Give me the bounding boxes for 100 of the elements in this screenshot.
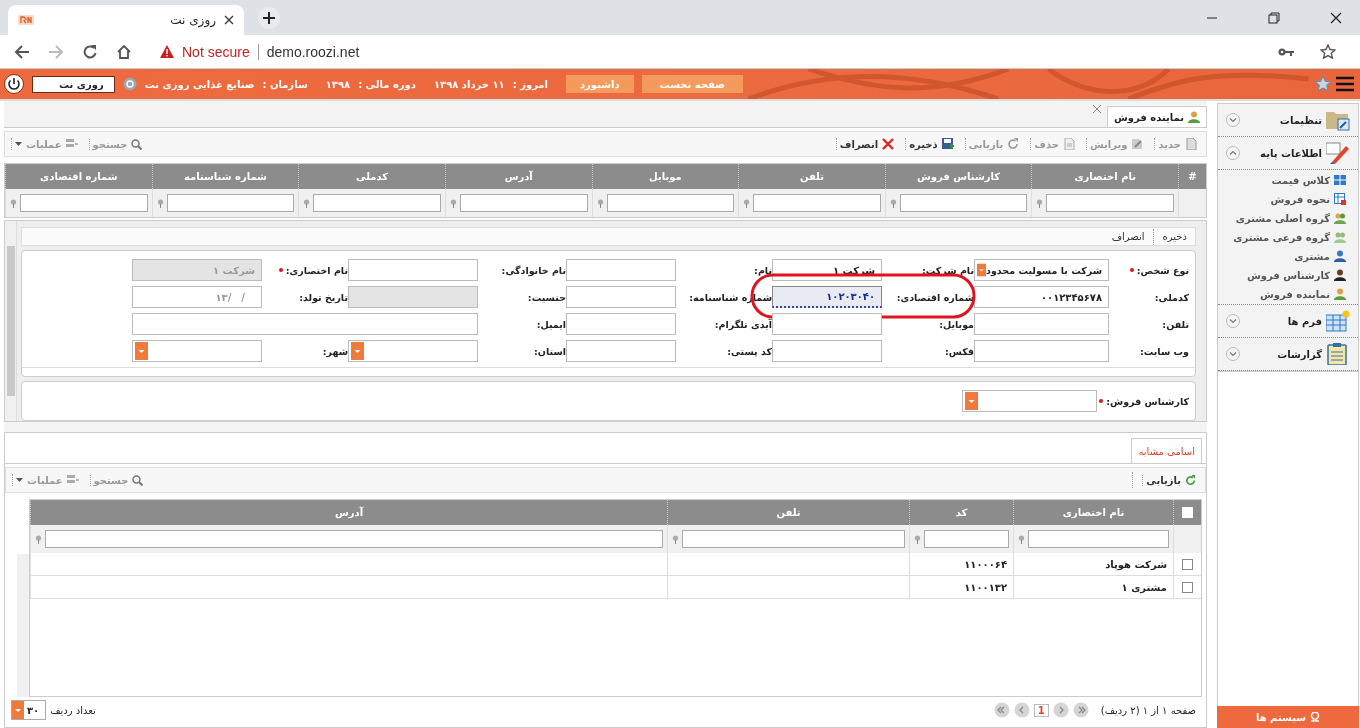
dropdown[interactable]: شرکت با مسولیت محدود (974, 259, 1109, 281)
filter-icon[interactable] (156, 198, 164, 208)
close-icon[interactable] (224, 15, 234, 25)
settings-icon[interactable] (122, 77, 137, 91)
filter-field[interactable] (1028, 530, 1169, 548)
sidebar-item[interactable]: نحوه فروش (1226, 193, 1350, 205)
text-field[interactable] (566, 286, 676, 308)
sidebar-section[interactable]: فرم ها (1218, 305, 1358, 338)
form-action-button[interactable]: ذخیره (1160, 231, 1189, 242)
filter-field[interactable] (682, 530, 905, 548)
sidebar-item[interactable]: گروه اصلی مشتری (1226, 212, 1350, 224)
filter-field[interactable] (313, 194, 441, 212)
filter-icon[interactable] (1036, 198, 1044, 208)
close-window-icon[interactable] (1330, 11, 1342, 24)
filter-icon[interactable] (914, 534, 921, 544)
back-icon[interactable] (14, 43, 30, 60)
filter-icon[interactable] (889, 198, 897, 208)
caret-icon[interactable] (965, 392, 978, 410)
page-number[interactable]: 1 (1033, 703, 1049, 717)
caret-icon[interactable] (135, 342, 148, 360)
last-page-icon[interactable] (993, 702, 1010, 718)
dropdown[interactable] (348, 340, 478, 362)
text-field[interactable] (566, 259, 676, 281)
filter-icon[interactable] (672, 534, 679, 544)
filter-field[interactable] (20, 194, 148, 212)
text-field[interactable] (974, 340, 1109, 362)
dropdown[interactable] (962, 390, 1097, 412)
key-icon[interactable] (1278, 46, 1294, 57)
url-text[interactable]: demo.roozi.net (266, 43, 360, 60)
expand-icon[interactable] (1226, 347, 1240, 361)
filter-field[interactable] (753, 194, 881, 212)
collapse-icon[interactable] (1226, 146, 1240, 160)
user-field[interactable]: روزی نت (32, 75, 115, 93)
column-header[interactable]: کدملی (298, 164, 445, 189)
column-header[interactable]: آدرس (444, 164, 592, 189)
sidebar-item[interactable]: مشتری (1226, 250, 1350, 262)
nav-button[interactable]: صفحه نخست (641, 75, 743, 93)
scrollbar[interactable] (17, 554, 29, 697)
filter-field[interactable] (1046, 194, 1174, 212)
page-size-dropdown[interactable]: ۳۰ (11, 700, 47, 720)
column-header[interactable]: تلفن (738, 164, 885, 189)
text-field[interactable] (566, 313, 676, 335)
filter-icon[interactable] (743, 198, 751, 208)
column-header[interactable]: کد (909, 500, 1013, 525)
filter-field[interactable] (166, 194, 295, 212)
home-icon[interactable] (116, 43, 132, 60)
next-page-icon[interactable] (1013, 702, 1030, 718)
form-action-button[interactable]: انصراف (1109, 231, 1147, 242)
column-header[interactable]: نام اختصاری (1013, 500, 1173, 525)
text-field[interactable]: ۱۰۲۰۳۰۴۰ (772, 286, 882, 308)
sidebar-item[interactable]: نماینده فروش (1226, 288, 1350, 300)
refresh-button[interactable]: بازیابی (1142, 474, 1199, 486)
security-label[interactable]: Not secure (182, 43, 250, 60)
filter-icon[interactable] (10, 198, 17, 208)
filter-icon[interactable] (449, 198, 457, 208)
text-field[interactable] (348, 259, 478, 281)
caret-icon[interactable] (351, 342, 364, 360)
sidebar-item[interactable]: کارشناس فروش (1226, 269, 1350, 281)
column-header[interactable]: موبایل (591, 164, 739, 189)
bookmark-star-icon[interactable] (1320, 43, 1336, 60)
filter-field[interactable] (606, 194, 735, 212)
filter-icon[interactable] (1018, 534, 1025, 544)
sidebar-section[interactable]: اطلاعات پایه (1218, 137, 1358, 170)
column-header[interactable]: تلفن (667, 500, 909, 525)
column-header[interactable]: # (1178, 164, 1206, 189)
menu-icon[interactable] (1336, 76, 1354, 92)
filter-icon[interactable] (35, 534, 42, 544)
column-header[interactable]: شماره شناسنامه (151, 164, 299, 189)
forward-icon[interactable] (48, 43, 64, 60)
column-header[interactable]: آدرس (30, 500, 667, 525)
filter-icon[interactable] (596, 198, 604, 208)
sidebar-item[interactable]: گروه فرعی مشتری (1226, 231, 1350, 243)
first-page-icon[interactable] (1072, 702, 1089, 718)
toolbar-button[interactable]: انصراف (835, 138, 898, 150)
operations-menu-button[interactable]: عملیات (11, 138, 81, 150)
text-field[interactable] (772, 313, 882, 335)
sidebar-section[interactable]: تنظیمات (1218, 104, 1358, 137)
page-tab[interactable]: نماینده فروش (1107, 106, 1207, 127)
sidebar-section[interactable]: گزارشات (1218, 338, 1358, 371)
expand-icon[interactable] (1226, 314, 1240, 328)
text-field[interactable] (974, 313, 1109, 335)
text-field[interactable] (772, 340, 882, 362)
text-field[interactable]: ۰۰۱۲۳۴۵۶۷۸ (974, 286, 1109, 308)
text-field[interactable] (566, 340, 676, 362)
column-header[interactable]: نام اختصاری (1031, 164, 1178, 189)
filter-field[interactable] (45, 530, 663, 548)
caret-icon[interactable] (12, 701, 24, 719)
reload-icon[interactable] (82, 43, 98, 60)
column-header[interactable]: کارشناس فروش (884, 164, 1032, 189)
panel-tab[interactable]: اسامی مشابه (1131, 438, 1202, 463)
power-icon[interactable] (4, 74, 24, 94)
expand-icon[interactable] (1226, 113, 1240, 127)
checkbox[interactable] (1182, 581, 1193, 593)
sidebar-item[interactable]: کلاس قیمت (1226, 174, 1350, 186)
caret-icon[interactable] (977, 261, 987, 279)
checkbox[interactable] (1182, 558, 1193, 570)
toolbar-button[interactable]: ذخیره (905, 138, 957, 150)
filter-field[interactable] (459, 194, 588, 212)
column-header[interactable]: شماره اقتصادی (5, 164, 152, 189)
date-field[interactable]: __/__/۱۳ (132, 286, 262, 308)
